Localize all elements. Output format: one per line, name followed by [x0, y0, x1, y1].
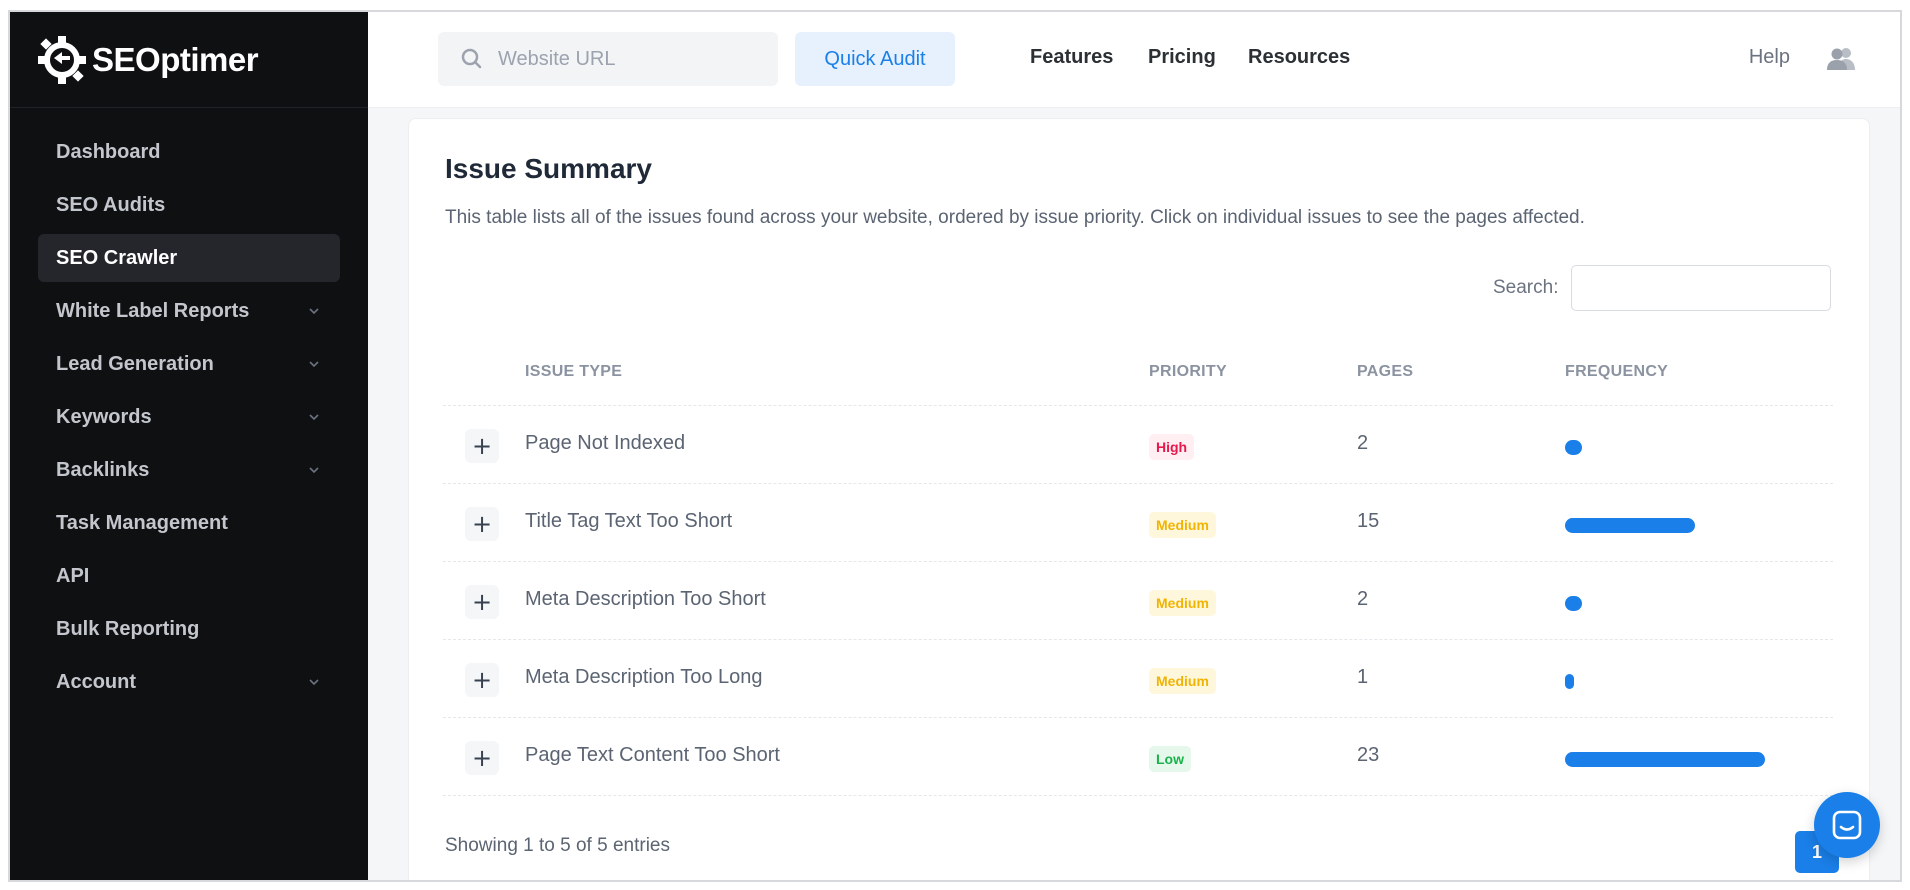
issue-type-cell[interactable]: Page Text Content Too Short — [525, 744, 780, 767]
sidebar-item-label: API — [56, 564, 90, 587]
nav-link-features[interactable]: Features — [1030, 46, 1113, 69]
sidebar-item-label: SEO Audits — [56, 193, 166, 216]
frequency-bar — [1565, 440, 1582, 455]
sidebar-item-label: White Label Reports — [56, 299, 250, 322]
brand[interactable]: SEOptimer — [10, 12, 368, 108]
sidebar-item-task-management[interactable]: Task Management — [38, 499, 340, 547]
sidebar-item-label: Dashboard — [56, 140, 161, 163]
nav-link-pricing[interactable]: Pricing — [1148, 46, 1216, 69]
frequency-bar — [1565, 518, 1695, 533]
sidebar-item-api[interactable]: API — [38, 552, 340, 600]
chevron-down-icon — [309, 361, 319, 368]
issue-summary-card: Issue Summary This table lists all of th… — [408, 118, 1870, 880]
chevron-down-icon — [309, 679, 319, 686]
website-url-input[interactable] — [498, 47, 758, 71]
expand-row-button[interactable]: + — [465, 585, 499, 619]
pages-count-cell: 15 — [1357, 510, 1380, 532]
sidebar-item-label: SEO Crawler — [56, 246, 178, 269]
search-icon — [461, 48, 482, 69]
table-row[interactable]: + Title Tag Text Too Short Medium 15 — [443, 484, 1833, 562]
sidebar-item-account[interactable]: Account — [38, 658, 340, 706]
table-search-label: Search: — [1493, 277, 1559, 298]
table-row[interactable]: + Meta Description Too Short Medium 2 — [443, 562, 1833, 640]
section-description: This table lists all of the issues found… — [445, 207, 1585, 228]
frequency-bar — [1565, 674, 1574, 689]
expand-row-button[interactable]: + — [465, 741, 499, 775]
table-row[interactable]: + Meta Description Too Long Medium 1 — [443, 640, 1833, 718]
pages-count-cell: 2 — [1357, 588, 1369, 610]
section-title: Issue Summary — [445, 153, 652, 184]
sidebar-item-label: Task Management — [56, 511, 228, 534]
column-header-pages[interactable]: PAGES — [1357, 363, 1413, 381]
sidebar: SEOptimer Dashboard SEO Audits SEO Crawler… — [10, 12, 368, 880]
top-bar: Quick Audit Features Pricing Resources H… — [368, 12, 1900, 108]
chevron-down-icon — [309, 467, 319, 474]
user-account-icon[interactable] — [1826, 46, 1856, 70]
pages-count-cell: 2 — [1357, 432, 1369, 454]
chevron-down-icon — [309, 414, 319, 421]
column-header-issue-type[interactable]: ISSUE TYPE — [525, 363, 622, 381]
chat-launcher-button[interactable] — [1814, 792, 1880, 858]
expand-row-button[interactable]: + — [465, 429, 499, 463]
issue-type-cell[interactable]: Page Not Indexed — [525, 432, 685, 455]
issue-type-cell[interactable]: Meta Description Too Short — [525, 588, 766, 611]
sidebar-item-bulk-reporting[interactable]: Bulk Reporting — [38, 605, 340, 653]
column-header-priority[interactable]: PRIORITY — [1149, 363, 1227, 381]
frequency-bar — [1565, 752, 1765, 767]
app-frame: SEOptimer Dashboard SEO Audits SEO Crawler… — [8, 10, 1902, 882]
help-link[interactable]: Help — [1749, 46, 1790, 69]
sidebar-nav: Dashboard SEO Audits SEO Crawler White Labe… — [10, 108, 368, 706]
sidebar-item-backlinks[interactable]: Backlinks — [38, 446, 340, 494]
sidebar-item-white-label-reports[interactable]: White Label Reports — [38, 287, 340, 335]
brand-name: SEOptimer — [92, 40, 259, 78]
sidebar-item-label: Lead Generation — [56, 352, 214, 375]
table-search-input[interactable] — [1571, 265, 1831, 311]
quick-audit-button[interactable]: Quick Audit — [795, 32, 955, 86]
sidebar-item-dashboard[interactable]: Dashboard — [38, 128, 340, 176]
url-search-box — [438, 32, 778, 86]
logo-gear-icon — [38, 35, 86, 84]
sidebar-item-label: Keywords — [56, 405, 152, 428]
priority-badge: Medium — [1149, 512, 1216, 538]
priority-badge: Medium — [1149, 668, 1216, 694]
pages-count-cell: 23 — [1357, 744, 1380, 766]
sidebar-item-seo-crawler[interactable]: SEO Crawler — [38, 234, 340, 282]
sidebar-item-label: Bulk Reporting — [56, 617, 200, 640]
sidebar-item-lead-generation[interactable]: Lead Generation — [38, 340, 340, 388]
table-row[interactable]: + Page Text Content Too Short Low 23 — [443, 718, 1833, 796]
expand-row-button[interactable]: + — [465, 507, 499, 541]
sidebar-item-label: Backlinks — [56, 458, 150, 481]
table-entries-info: Showing 1 to 5 of 5 entries — [445, 835, 670, 856]
priority-badge: Medium — [1149, 590, 1216, 616]
issue-type-cell[interactable]: Title Tag Text Too Short — [525, 510, 732, 533]
priority-badge: High — [1149, 434, 1195, 460]
nav-link-resources[interactable]: Resources — [1248, 46, 1350, 69]
chevron-down-icon — [309, 308, 319, 315]
expand-row-button[interactable]: + — [465, 663, 499, 697]
column-header-frequency[interactable]: FREQUENCY — [1565, 363, 1668, 381]
issue-type-cell[interactable]: Meta Description Too Long — [525, 666, 763, 689]
table-row[interactable]: + Page Not Indexed High 2 — [443, 406, 1833, 484]
chat-icon — [1832, 810, 1862, 840]
sidebar-item-seo-audits[interactable]: SEO Audits — [38, 181, 340, 229]
frequency-bar — [1565, 596, 1582, 611]
sidebar-item-keywords[interactable]: Keywords — [38, 393, 340, 441]
pages-count-cell: 1 — [1357, 666, 1369, 688]
sidebar-item-label: Account — [56, 670, 136, 693]
priority-badge: Low — [1149, 746, 1191, 772]
